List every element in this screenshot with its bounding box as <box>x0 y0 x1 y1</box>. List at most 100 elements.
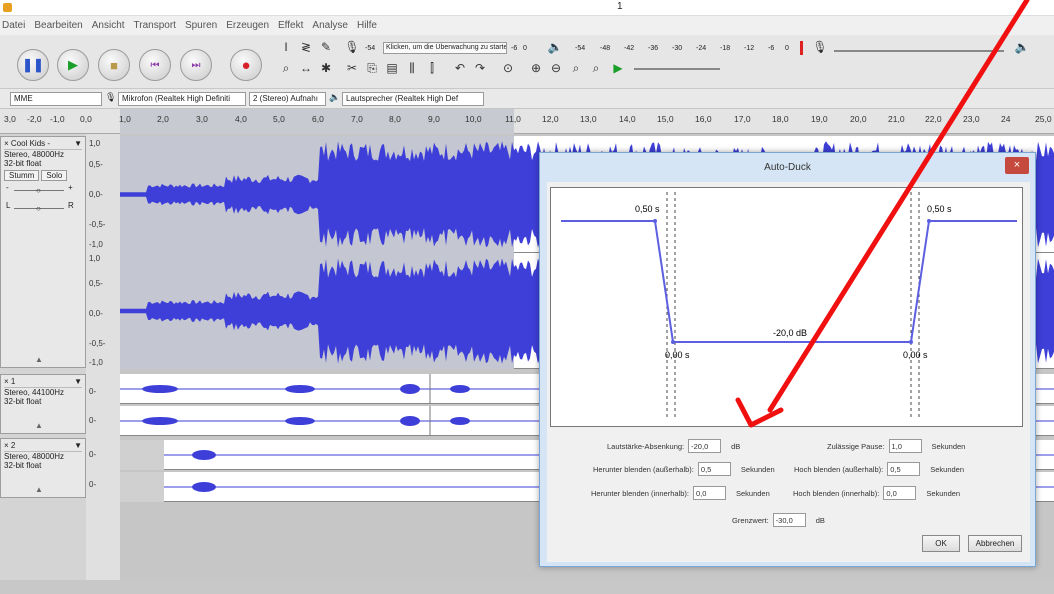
zoom-out-icon[interactable]: ⊖ <box>546 59 566 77</box>
zoom-in-icon[interactable]: ⊕ <box>526 59 546 77</box>
ruler-tick: 18,0 <box>772 114 789 124</box>
undo-icon[interactable]: ↶ <box>450 59 470 77</box>
track-name: Cool Kids - <box>10 139 51 148</box>
input-volume-slider[interactable] <box>834 50 1004 52</box>
mute-button[interactable]: Stumm <box>4 170 40 181</box>
redo-icon[interactable]: ↷ <box>470 59 490 77</box>
menu-transport[interactable]: Transport <box>134 20 176 31</box>
track-name-menu[interactable]: × 2 ▼ <box>4 441 82 452</box>
track-name-menu[interactable]: × 1 ▼ <box>4 377 82 388</box>
track-format: Stereo, 48000Hz <box>4 150 65 159</box>
dropdown-icon: ▼ <box>74 441 82 450</box>
meter-prompt[interactable]: Klicken, um die Überwachung zu starten <box>383 42 507 54</box>
fade-down-out-input[interactable]: 0,5 <box>697 462 731 476</box>
handle-point[interactable] <box>653 219 657 223</box>
pause-button[interactable]: ❚❚ <box>17 49 49 81</box>
play-at-speed-icon[interactable]: ▶ <box>608 59 628 77</box>
menu-ansicht[interactable]: Ansicht <box>92 20 125 31</box>
track-close-icon[interactable]: × <box>4 441 9 450</box>
zoom-tool-icon[interactable]: ⌕ <box>276 59 296 77</box>
duck-envelope-graph[interactable]: 0,50 s 0,50 s 0,00 s 0,00 s -20,0 dB <box>550 187 1023 427</box>
play-tick: -54 <box>575 45 586 52</box>
record-button[interactable]: ● <box>230 49 262 81</box>
ruler-tick: 16,0 <box>695 114 712 124</box>
pan-thumb-icon: ○ <box>36 204 41 213</box>
skip-end-button[interactable]: ⏭ <box>180 49 212 81</box>
multi-tool-icon[interactable]: ✱ <box>316 59 336 77</box>
ok-button[interactable]: OK <box>922 535 960 552</box>
ruler-tick: 4,0 <box>235 114 247 124</box>
output-volume-icon[interactable]: 🔈 <box>1012 38 1032 56</box>
track-panel-cool-kids[interactable]: × Cool Kids - ▼ Stereo, 48000Hz 32-bit fl… <box>0 136 86 368</box>
skip-start-button[interactable]: ⏮ <box>139 49 171 81</box>
right-fade-label: 0,50 s <box>927 204 952 214</box>
envelope-tool-icon[interactable]: ≷ <box>296 38 316 56</box>
play-speed-slider[interactable] <box>634 68 720 70</box>
handle-point[interactable] <box>927 219 931 223</box>
fade-up-in-row: Hoch blenden (innerhalb): 0,0 Sekunden <box>793 486 960 500</box>
play-tick: -6 <box>768 45 775 52</box>
track-close-icon[interactable]: × <box>4 377 9 386</box>
paste-icon[interactable]: ▤ <box>382 59 402 77</box>
fade-up-out-input[interactable]: 0,5 <box>887 462 921 476</box>
ruler-tick: 11,0 <box>505 114 521 124</box>
track-format: Stereo, 44100Hz <box>4 388 65 397</box>
ruler-tick: 14,0 <box>619 114 636 124</box>
track-name-menu[interactable]: × Cool Kids - ▼ <box>4 139 82 150</box>
menu-hilfe[interactable]: Hilfe <box>357 20 377 31</box>
collapse-icon[interactable]: ▲ <box>35 355 43 364</box>
menu-bearbeiten[interactable]: Bearbeiten <box>34 20 82 31</box>
handle-point[interactable] <box>909 340 913 344</box>
playback-device-select[interactable]: Lautsprecher (Realtek High Def <box>342 92 484 106</box>
fade-up-in-input[interactable]: 0,0 <box>883 486 917 500</box>
menu-effekt[interactable]: Effekt <box>278 20 303 31</box>
ruler-tick: 23,0 <box>963 114 980 124</box>
play-button[interactable]: ▶ <box>57 49 89 81</box>
play-tick: -36 <box>648 45 659 52</box>
track-panel-1[interactable]: × 1 ▼ Stereo, 44100Hz 32-bit float ▲ <box>0 374 86 434</box>
copy-icon[interactable]: ⎘ <box>362 59 382 77</box>
scale-label: 0- <box>89 450 97 459</box>
silence-icon[interactable]: ⫿ <box>422 59 442 77</box>
menu-datei[interactable]: Datei <box>2 20 25 31</box>
speaker-meter-icon[interactable]: 🔈 <box>545 38 565 56</box>
selection-tool-icon[interactable]: I <box>276 38 296 56</box>
timeline-ruler[interactable]: 3,0 -2,0 -1,0 0,0 1,0 2,0 3,0 4,0 5,0 6,… <box>0 109 1054 134</box>
sync-lock-icon[interactable]: ⊙ <box>498 59 518 77</box>
input-volume-icon[interactable]: 🎙 <box>810 38 830 56</box>
solo-button[interactable]: Solo <box>41 170 68 181</box>
draw-tool-icon[interactable]: ✎ <box>316 38 336 56</box>
audio-host-select[interactable]: MME <box>10 92 102 106</box>
trim-icon[interactable]: ⫼ <box>402 59 422 77</box>
pan-slider[interactable]: L ○ R <box>4 199 82 217</box>
menu-analyse[interactable]: Analyse <box>312 20 348 31</box>
timeshift-tool-icon[interactable]: ↔ <box>296 59 316 77</box>
cancel-button[interactable]: Abbrechen <box>968 535 1022 552</box>
threshold-input[interactable]: -30,0 <box>772 513 806 527</box>
duck-amount-input[interactable]: -20,0 <box>688 439 722 453</box>
menu-erzeugen[interactable]: Erzeugen <box>226 20 269 31</box>
gain-slider[interactable]: - ○ + <box>4 181 82 199</box>
stop-button[interactable]: ■ <box>98 49 130 81</box>
record-meter-icon[interactable]: 🎙 <box>342 38 362 56</box>
cut-icon[interactable]: ✂ <box>342 59 362 77</box>
fit-project-icon[interactable]: ⌕ <box>586 59 606 77</box>
recording-device-select[interactable]: Mikrofon (Realtek High Definiti <box>118 92 246 106</box>
channels-select[interactable]: 2 (Stereo) Aufnahı <box>249 92 326 106</box>
fade-down-in-input[interactable]: 0,0 <box>692 486 726 500</box>
collapse-icon[interactable]: ▲ <box>35 485 43 494</box>
toolbar: ❚❚ ▶ ■ ⏮ ⏭ ● I ≷ ✎ ⌕ ↔ ✱ 🎙 -54 Klicken, … <box>0 35 1054 89</box>
menu-spuren[interactable]: Spuren <box>185 20 217 31</box>
close-button[interactable]: × <box>1005 157 1029 174</box>
track-panel-2[interactable]: × 2 ▼ Stereo, 48000Hz 32-bit float ▲ <box>0 438 86 498</box>
track-close-icon[interactable]: × <box>4 139 9 148</box>
collapse-icon[interactable]: ▲ <box>35 421 43 430</box>
pause-input[interactable]: 1,0 <box>888 439 922 453</box>
track-bitdepth: 32-bit float <box>4 461 42 470</box>
handle-point[interactable] <box>671 340 675 344</box>
duck-amount-row: Lautstärke-Absenkung: -20,0 dB <box>607 439 740 453</box>
ruler-tick: 3,0 <box>4 114 16 124</box>
play-tick: -48 <box>600 45 611 52</box>
ruler-tick: 8,0 <box>389 114 401 124</box>
fit-selection-icon[interactable]: ⌕ <box>566 59 586 77</box>
